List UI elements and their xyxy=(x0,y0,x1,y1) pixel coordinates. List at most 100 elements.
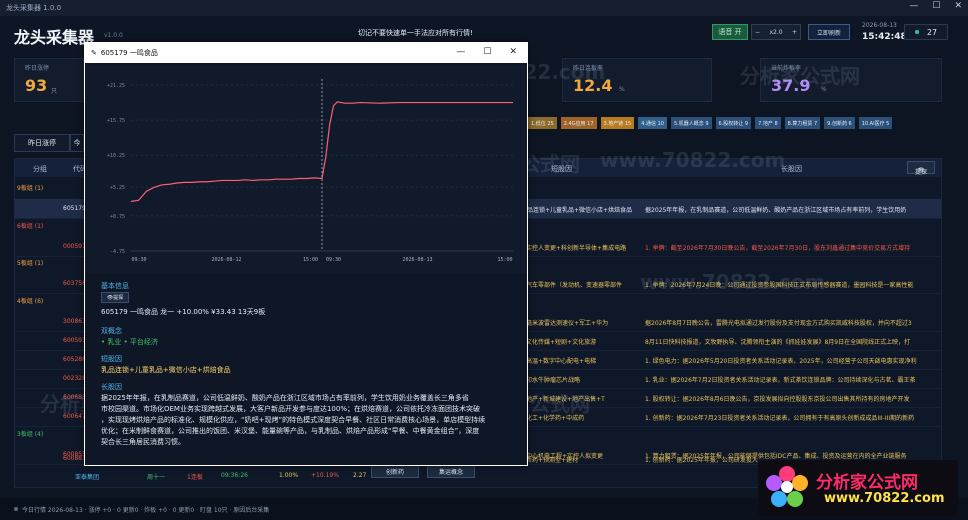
row-reason: 8月11日快科技报道，文牧野执导、沈腾领衔主演的《抓娃娃发展》8月9日在全国院线… xyxy=(645,339,911,346)
app-version: v1.0.0 xyxy=(104,32,123,39)
minimize-icon[interactable]: — xyxy=(909,1,918,11)
x-tick-label: 2026-08-12 xyxy=(211,257,241,263)
row-tag: 1连板 xyxy=(187,474,203,481)
status-dot-icon xyxy=(914,30,919,34)
popup-maximize-icon[interactable]: ☐ xyxy=(483,47,491,57)
popup-title: 605179 一鸣食品 xyxy=(100,49,158,57)
tab-bar: 昨日涨停 今 xyxy=(14,134,84,152)
y-tick-label: +5.25 xyxy=(110,185,125,191)
concept-chip[interactable]: 5.机器人概念 9 xyxy=(670,117,712,129)
tip-button-label: 提探 xyxy=(914,169,927,176)
concept-chip[interactable]: 2.4G应用 17 xyxy=(560,117,597,129)
row-concept: +实控人变更+科创新半导体+集成电路 xyxy=(521,245,627,252)
price-chart: +21.25 +15.75 +10.25 +5.25 +0.75 -4.75 09:30 20… xyxy=(85,65,527,273)
popup-titlebar: ✎ 605179 一鸣食品 — ☐ ✕ xyxy=(85,43,527,63)
y-tick-label: +0.75 xyxy=(110,214,125,220)
stat-value: 12.4 xyxy=(573,76,613,95)
row-reason: 1. 股权转让：据2026年8月6日晚公告，京投发展拟向控股股东京投公司出售其所… xyxy=(645,396,910,403)
concept-chip[interactable]: 10.AI医疗 5 xyxy=(858,117,893,129)
row-reason: 据2026年8月7日晚公告，雷腾光电拟通过发行股份及支付现金方式购买凯威科技股权… xyxy=(645,320,912,327)
badge-url: www.70822.com xyxy=(824,491,945,506)
app-root: 龙头采集器 1.0.0 — ☐ ✕ 龙头采集器 v1.0.0 切记不要快速单一手… xyxy=(0,0,968,520)
row-code: 600881 xyxy=(63,455,86,462)
y-tick-label: +21.25 xyxy=(107,83,125,89)
tab-today[interactable]: 今 xyxy=(70,134,84,152)
row-concept: +文化传媒+短剧+文化旅游 xyxy=(521,339,597,346)
row-amount: 2.27 xyxy=(353,472,367,479)
stat-label: 昨日连板率 xyxy=(573,65,604,72)
speed-stepper: − x2.0 + xyxy=(751,24,801,40)
row-time: 09:36:26 xyxy=(221,472,248,479)
concept-chip[interactable]: 7.地产 8 xyxy=(755,117,781,129)
x-tick-label: 15:00 xyxy=(497,257,512,263)
speed-minus-button[interactable]: − xyxy=(752,29,763,36)
x-tick-label: 2026-08-13 xyxy=(402,257,432,263)
window-title: 龙头采集器 1.0.0 xyxy=(6,4,62,12)
tab-yesterday-limit[interactable]: 昨日涨停 xyxy=(14,134,70,152)
tip-button[interactable]: 👁 提探 xyxy=(907,161,935,176)
row-reason: 1. 创新药：据2026年7月23日投资者关系活动记录表，公司拥有于有高原头创新… xyxy=(645,415,915,422)
row-concept: +高温+数字中心配电+电梯 xyxy=(521,358,597,365)
group-header[interactable]: 4板组 (6) xyxy=(17,296,43,305)
info-tip-button[interactable]: 👁 提探 xyxy=(101,292,129,303)
site-badge: 分析家公式网 www.70822.com xyxy=(758,460,958,516)
refresh-button[interactable]: 立即刷新 xyxy=(808,24,850,40)
concept-chip[interactable]: 1.低位 25 xyxy=(528,117,557,129)
row-code: 300861 xyxy=(63,318,86,325)
row-code: 605179 xyxy=(63,205,86,212)
speed-value: x2.0 xyxy=(769,28,783,36)
info-tip-label: 提探 xyxy=(113,295,124,301)
concept-title: 双概念 xyxy=(101,327,122,335)
long-reason-line: 市校园渠道。市场化OEM业务实现跨越式发展，大客户新品开发参与度达100%；在烘… xyxy=(101,405,480,413)
long-reason-line: 优化；在米制鲜食赛道，公司推出的饭团、米汉堡、能量碗等产品，与乳制品、烘焙产品形… xyxy=(101,427,480,435)
stat-unit: 只 xyxy=(51,88,58,95)
row-concept: +新药+预测型+建材 xyxy=(521,457,579,464)
stat-value: 93 xyxy=(25,76,48,95)
current-time: 15:42:48 xyxy=(862,32,907,42)
window-controls: — ☐ ✕ xyxy=(909,1,962,11)
maximize-icon[interactable]: ☐ xyxy=(932,1,940,11)
stat-card: 昨日涨停 93 只 xyxy=(14,58,84,102)
feather-icon: ✎ xyxy=(91,49,97,57)
row-code: 603758 xyxy=(63,280,86,287)
long-reason-line: 据2025年年报，在乳制品赛道，公司低温鲜奶、酸奶产品在浙江区域市场占有率前列，… xyxy=(101,394,469,402)
tag-button-innovative-drug[interactable]: 创新药 xyxy=(371,464,419,478)
concept-chip[interactable]: 4.通信 10 xyxy=(638,117,667,129)
concept-chip[interactable]: 8.算力租赁 7 xyxy=(784,117,821,129)
tag-button-shipping[interactable]: 集运概念 xyxy=(427,464,475,478)
row-reason: 1. 乳业：据2026年7月2日投资者关系活动记录表，新式茶饮连锁品牌：公司持续… xyxy=(645,377,916,384)
speed-plus-button[interactable]: + xyxy=(789,29,800,36)
row-reason: 1. 举牌：2026年7月24日晚：公司通过投资参股国科技正式布局传感器赛道，墨… xyxy=(645,282,914,289)
group-header[interactable]: 6板组 (1) xyxy=(17,221,43,230)
y-tick-label: +15.75 xyxy=(107,118,125,124)
concept-chip[interactable]: 6.股权转让 9 xyxy=(715,117,752,129)
concept-chip[interactable]: 9.创新药 6 xyxy=(824,117,855,129)
y-tick-label: +10.25 xyxy=(107,153,125,159)
row-concept: +化工+化学药+中成药 xyxy=(521,415,585,422)
row-reason: 1. 举牌：截至2026年7月30日晚公告，截至2026年7月30日，股东刘鑫通… xyxy=(645,245,911,252)
popup-close-icon[interactable]: ✕ xyxy=(509,47,517,57)
group-header[interactable]: 9板组 (1) xyxy=(17,183,43,192)
stat-unit: % xyxy=(821,86,827,93)
close-icon[interactable]: ✕ xyxy=(954,1,962,11)
status-dot-icon xyxy=(14,507,18,511)
stat-card: 昨日连板率 12.4% xyxy=(562,58,712,102)
group-header[interactable]: 5板组 (1) xyxy=(17,258,43,267)
long-reason-title: 长股因 xyxy=(101,383,122,391)
row-code: 000591 xyxy=(63,243,86,250)
row-concept: +印水牛肿瘤芯片战略 xyxy=(521,377,581,384)
long-reason-line: ，实现现烤烘焙产品的标准化、规模化供应，“奶吧+现烤”的特色模式深度契合早餐、社… xyxy=(101,416,486,424)
row-reason: 据2025年年报，在乳制品赛道，公司低温鲜奶、酸奶产品在浙江区域市场占有率前列，… xyxy=(645,207,907,214)
x-tick-label: 15:00 xyxy=(303,257,318,263)
sound-toggle-button[interactable]: 语音 开 xyxy=(712,24,748,40)
y-tick-label: -4.75 xyxy=(110,249,125,255)
slogan-text: 切记不要快速单一手法应对所有行情! xyxy=(358,29,473,37)
popup-minimize-icon[interactable]: — xyxy=(456,47,465,57)
footer-text: 今日行情 2026-08-13 · 涨停 +0 · 0 更新0 · 炸板 +0 … xyxy=(22,506,270,514)
group-header[interactable]: 3板组 (4) xyxy=(17,429,43,438)
concept-chip[interactable]: 3.地产链 15 xyxy=(600,117,635,129)
row-concept: +汽车零部件（发动机、变速器零部件 xyxy=(521,282,623,289)
x-tick-label: 09:30 xyxy=(326,257,341,263)
row-code: 002328 xyxy=(63,375,86,382)
popup-window-controls: — ☐ ✕ xyxy=(456,47,517,57)
